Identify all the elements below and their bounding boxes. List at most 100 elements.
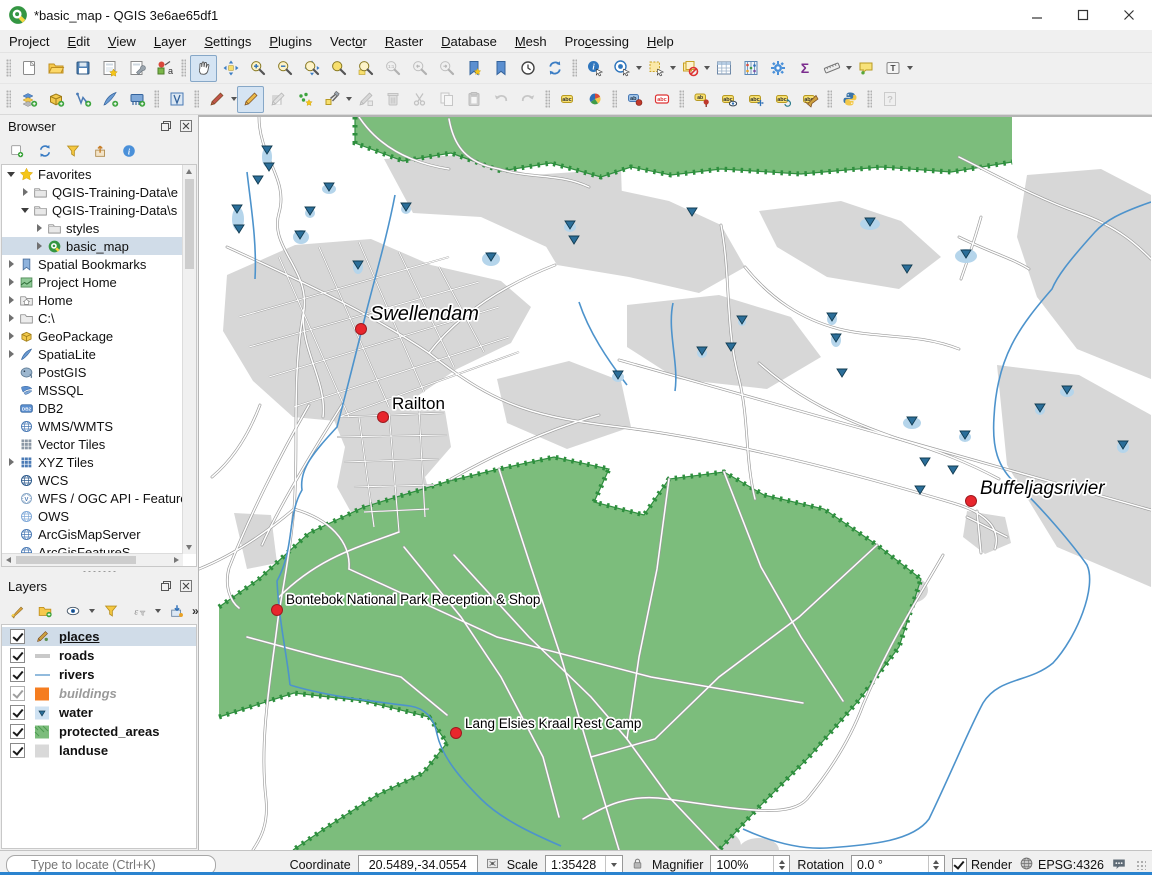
toolbar-drag-handle[interactable] bbox=[154, 90, 159, 108]
temporal-controller-button[interactable] bbox=[514, 55, 541, 82]
toolbar-drag-handle[interactable] bbox=[827, 90, 832, 108]
map-canvas[interactable]: SwellendamRailtonBuffeljagsrivierBontebo… bbox=[199, 115, 1152, 850]
browser-close-button[interactable] bbox=[178, 119, 194, 133]
layer-item-landuse[interactable]: landuse bbox=[2, 741, 196, 760]
add-point-feature-button[interactable] bbox=[291, 86, 318, 113]
crs-value[interactable]: EPSG:4326 bbox=[1038, 858, 1104, 872]
menu-plugins[interactable]: Plugins bbox=[260, 32, 321, 51]
layer-checkbox-roads[interactable] bbox=[10, 648, 25, 663]
deselect-features-button[interactable] bbox=[676, 55, 703, 82]
new-memory-layer-button[interactable] bbox=[163, 86, 190, 113]
open-attribute-table-button[interactable] bbox=[710, 55, 737, 82]
expander-closed-icon[interactable] bbox=[6, 331, 17, 342]
layer-item-water[interactable]: water bbox=[2, 703, 196, 722]
collapse-all-button[interactable] bbox=[88, 138, 113, 163]
toggle-editing-button[interactable] bbox=[237, 86, 264, 113]
properties-widget-button[interactable]: i bbox=[116, 138, 141, 163]
browser-item-geopackage[interactable]: GeoPackage bbox=[2, 327, 183, 345]
browser-item-mssql[interactable]: MSSQL bbox=[2, 381, 183, 399]
maximize-button[interactable] bbox=[1060, 0, 1106, 30]
style-manager-button[interactable]: a bbox=[150, 55, 177, 82]
browser-item-spatial-bookmarks[interactable]: Spatial Bookmarks bbox=[2, 255, 183, 273]
expander-closed-icon[interactable] bbox=[6, 457, 17, 468]
browser-item-spatialite[interactable]: SpatiaLite bbox=[2, 345, 183, 363]
browser-item-ows[interactable]: OWS bbox=[2, 507, 183, 525]
messages-icon[interactable] bbox=[1111, 856, 1127, 875]
minimize-button[interactable] bbox=[1014, 0, 1060, 30]
open-project-button[interactable] bbox=[42, 55, 69, 82]
browser-item-postgis[interactable]: PostGIS bbox=[2, 363, 183, 381]
layer-item-buildings[interactable]: buildings bbox=[2, 684, 196, 703]
menu-edit[interactable]: Edit bbox=[58, 32, 98, 51]
menu-processing[interactable]: Processing bbox=[556, 32, 638, 51]
new-geopackage-layer-button[interactable] bbox=[42, 86, 69, 113]
toolbar-drag-handle[interactable] bbox=[679, 90, 684, 108]
browser-item-db2[interactable]: DB2DB2 bbox=[2, 399, 183, 417]
layer-checkbox-water[interactable] bbox=[10, 705, 25, 720]
new-print-layout-button[interactable] bbox=[96, 55, 123, 82]
browser-item-styles[interactable]: styles bbox=[2, 219, 183, 237]
browser-item-xyz-tiles[interactable]: XYZ Tiles bbox=[2, 453, 183, 471]
processing-toolbox-button[interactable] bbox=[764, 55, 791, 82]
show-spatial-bookmarks-button[interactable] bbox=[487, 55, 514, 82]
browser-item-qgis-training-data-e[interactable]: QGIS-Training-Data\e bbox=[2, 183, 183, 201]
show-layout-manager-button[interactable] bbox=[123, 55, 150, 82]
layer-diagram-options-button[interactable] bbox=[581, 86, 608, 113]
layers-close-button[interactable] bbox=[178, 579, 194, 593]
menu-settings[interactable]: Settings bbox=[195, 32, 260, 51]
save-project-button[interactable] bbox=[69, 55, 96, 82]
expander-open-icon[interactable] bbox=[6, 169, 17, 180]
extents-icon[interactable] bbox=[485, 856, 500, 874]
more-options-button[interactable]: » bbox=[192, 604, 199, 618]
map-tips-button[interactable] bbox=[852, 55, 879, 82]
toolbar-drag-handle[interactable] bbox=[6, 59, 11, 77]
expander-closed-icon[interactable] bbox=[34, 241, 45, 252]
scale-dropdown-arrow[interactable] bbox=[605, 856, 622, 875]
statistical-summary-button[interactable]: Σ bbox=[791, 55, 818, 82]
data-source-manager-button[interactable] bbox=[15, 86, 42, 113]
add-group-button[interactable] bbox=[32, 598, 57, 623]
toolbar-drag-handle[interactable] bbox=[572, 59, 577, 77]
run-feature-action-button[interactable] bbox=[608, 55, 635, 82]
show-unplaced-labels-button[interactable]: abc bbox=[648, 86, 675, 113]
add-selected-layers-button[interactable] bbox=[4, 138, 29, 163]
vertex-tool-button[interactable] bbox=[318, 86, 345, 113]
toolbar-drag-handle[interactable] bbox=[194, 90, 199, 108]
browser-item-qgis-training-data-s[interactable]: QGIS-Training-Data\s bbox=[2, 201, 183, 219]
browser-item-wcs[interactable]: WCS bbox=[2, 471, 183, 489]
menu-project[interactable]: Project bbox=[0, 32, 58, 51]
locator-input[interactable] bbox=[6, 855, 216, 875]
pan-map-button[interactable] bbox=[190, 55, 217, 82]
close-button[interactable] bbox=[1106, 0, 1152, 30]
current-edits-button[interactable] bbox=[203, 86, 230, 113]
render-checkbox[interactable] bbox=[952, 858, 967, 873]
text-annotation-button[interactable]: T bbox=[879, 55, 906, 82]
filter-expression-dropdown-arrow[interactable] bbox=[155, 609, 161, 613]
show-hide-labels-button[interactable]: abc bbox=[715, 86, 742, 113]
layer-item-rivers[interactable]: rivers bbox=[2, 665, 196, 684]
zoom-to-selection-button[interactable] bbox=[325, 55, 352, 82]
refresh-map-button[interactable] bbox=[541, 55, 568, 82]
manage-map-themes-button[interactable] bbox=[60, 598, 85, 623]
menu-layer[interactable]: Layer bbox=[145, 32, 196, 51]
highlight-pinned-labels-button[interactable]: ab bbox=[621, 86, 648, 113]
panel-splitter[interactable] bbox=[0, 567, 198, 575]
filter-browser-button[interactable] bbox=[60, 138, 85, 163]
menu-raster[interactable]: Raster bbox=[376, 32, 432, 51]
expander-closed-icon[interactable] bbox=[6, 259, 17, 270]
zoom-to-layer-button[interactable] bbox=[352, 55, 379, 82]
layer-checkbox-buildings[interactable] bbox=[10, 686, 25, 701]
layer-item-roads[interactable]: roads bbox=[2, 646, 196, 665]
scale-combobox[interactable]: 1:35428 bbox=[545, 855, 623, 875]
refresh-browser-button[interactable] bbox=[32, 138, 57, 163]
expander-closed-icon[interactable] bbox=[6, 295, 17, 306]
rotation-spinbox[interactable]: 0.0 ° bbox=[851, 855, 945, 875]
toolbar-drag-handle[interactable] bbox=[545, 90, 550, 108]
new-virtual-layer-button[interactable] bbox=[123, 86, 150, 113]
toolbar-drag-handle[interactable] bbox=[867, 90, 872, 108]
filter-expression-button[interactable]: ε bbox=[126, 598, 151, 623]
browser-item-home[interactable]: Home bbox=[2, 291, 183, 309]
open-layer-styling-button[interactable] bbox=[4, 598, 29, 623]
layer-item-places[interactable]: places bbox=[2, 627, 196, 646]
toolbar-drag-handle[interactable] bbox=[612, 90, 617, 108]
